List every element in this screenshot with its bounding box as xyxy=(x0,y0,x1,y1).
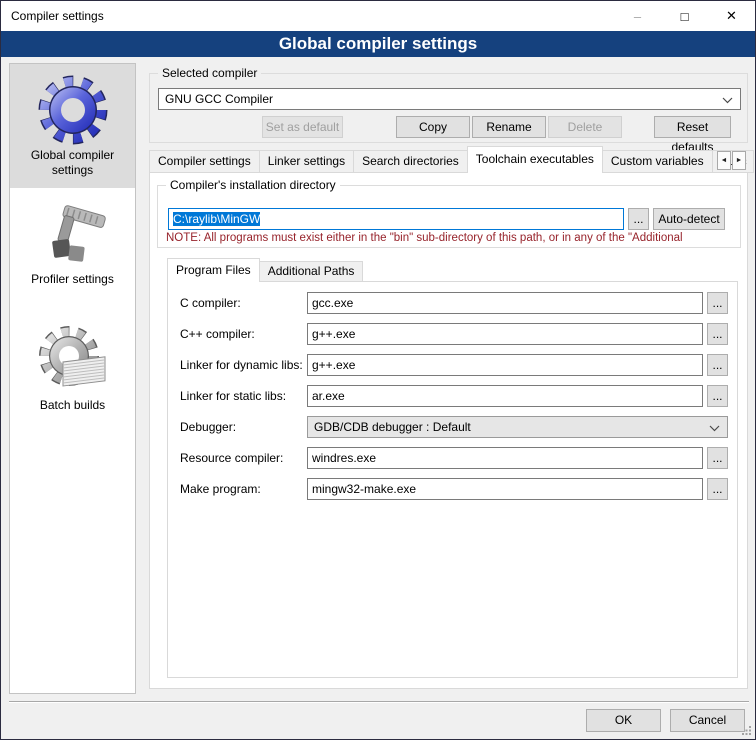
field-row-cpp-compiler: C++ compiler: g++.exe ... xyxy=(168,323,737,345)
sidebar-item-label: Batch builds xyxy=(10,398,135,413)
static-linker-input[interactable]: ar.exe xyxy=(307,385,703,407)
field-label: Linker for dynamic libs: xyxy=(180,358,303,372)
debugger-dropdown[interactable]: GDB/CDB debugger : Default xyxy=(307,416,728,438)
chevron-down-icon xyxy=(722,97,733,104)
field-label: Resource compiler: xyxy=(180,451,283,465)
field-label: C compiler: xyxy=(180,296,241,310)
sidebar-item-batch-builds[interactable]: Batch builds xyxy=(10,322,135,432)
dynamic-linker-input[interactable]: g++.exe xyxy=(307,354,703,376)
selected-compiler-group: Selected compiler GNU GCC Compiler Set a… xyxy=(149,73,748,143)
sidebar-item-label: Global compiler settings xyxy=(10,148,135,178)
field-row-static-linker: Linker for static libs: ar.exe ... xyxy=(168,385,737,407)
close-button[interactable]: ✕ xyxy=(708,1,755,31)
delete-button[interactable]: Delete xyxy=(548,116,622,138)
main-tab-strip: Compiler settings Linker settings Search… xyxy=(149,146,753,173)
subtab-additional-paths[interactable]: Additional Paths xyxy=(259,261,364,282)
tab-compiler-settings[interactable]: Compiler settings xyxy=(149,150,260,173)
reset-defaults-button[interactable]: Reset defaults xyxy=(654,116,731,138)
blue-gear-icon xyxy=(35,72,111,148)
sidebar-item-label: Profiler settings xyxy=(10,272,135,287)
field-row-dynamic-linker: Linker for dynamic libs: g++.exe ... xyxy=(168,354,737,376)
sub-tab-strip: Program Files Additional Paths xyxy=(167,258,362,282)
field-row-resource-compiler: Resource compiler: windres.exe ... xyxy=(168,447,737,469)
install-dir-input[interactable]: C:\raylib\MinGW xyxy=(168,208,624,230)
copy-button[interactable]: Copy xyxy=(396,116,470,138)
field-label: Debugger: xyxy=(180,420,236,434)
field-label: Linker for static libs: xyxy=(180,389,286,403)
selected-compiler-dropdown[interactable]: GNU GCC Compiler xyxy=(158,88,741,110)
install-dir-browse-button[interactable]: ... xyxy=(628,208,649,230)
ok-button[interactable]: OK xyxy=(586,709,661,732)
tab-scroll-left-button[interactable]: ◄ xyxy=(717,151,731,170)
maximize-button[interactable]: □ xyxy=(661,1,708,31)
cpp-compiler-input[interactable]: g++.exe xyxy=(307,323,703,345)
field-row-c-compiler: C compiler: gcc.exe ... xyxy=(168,292,737,314)
compiler-settings-dialog: Compiler settings – □ ✕ Global compiler … xyxy=(0,0,756,740)
minimize-button[interactable]: – xyxy=(614,1,661,31)
footer-divider xyxy=(9,701,749,703)
tab-scroll-right-button[interactable]: ► xyxy=(732,151,746,170)
make-program-input[interactable]: mingw32-make.exe xyxy=(307,478,703,500)
rename-button[interactable]: Rename xyxy=(472,116,546,138)
program-files-panel: C compiler: gcc.exe ... C++ compiler: g+… xyxy=(167,281,738,678)
autodetect-button[interactable]: Auto-detect xyxy=(653,208,725,230)
make-program-browse-button[interactable]: ... xyxy=(707,478,728,500)
set-as-default-button[interactable]: Set as default xyxy=(262,116,343,138)
resize-grip[interactable] xyxy=(742,726,752,736)
selected-compiler-value: GNU GCC Compiler xyxy=(165,92,273,106)
chevron-down-icon xyxy=(709,425,720,432)
tab-search-directories[interactable]: Search directories xyxy=(353,150,468,173)
tab-toolchain-executables[interactable]: Toolchain executables xyxy=(467,146,603,173)
cancel-button[interactable]: Cancel xyxy=(670,709,745,732)
window-title: Compiler settings xyxy=(11,9,104,23)
field-row-debugger: Debugger: GDB/CDB debugger : Default xyxy=(168,416,737,438)
tab-custom-variables[interactable]: Custom variables xyxy=(602,150,713,173)
resource-compiler-input[interactable]: windres.exe xyxy=(307,447,703,469)
gray-gear-stack-icon xyxy=(35,322,111,398)
selected-compiler-group-label: Selected compiler xyxy=(158,66,261,80)
selected-path-text: C:\raylib\MinGW xyxy=(173,212,260,226)
dialog-header: Global compiler settings xyxy=(1,31,755,57)
caliper-icon xyxy=(37,200,109,272)
c-compiler-input[interactable]: gcc.exe xyxy=(307,292,703,314)
field-label: C++ compiler: xyxy=(180,327,255,341)
window-titlebar: Compiler settings – □ ✕ xyxy=(1,1,755,31)
subtab-program-files[interactable]: Program Files xyxy=(167,258,260,282)
dynamic-linker-browse-button[interactable]: ... xyxy=(707,354,728,376)
cpp-compiler-browse-button[interactable]: ... xyxy=(707,323,728,345)
resource-compiler-browse-button[interactable]: ... xyxy=(707,447,728,469)
c-compiler-browse-button[interactable]: ... xyxy=(707,292,728,314)
tab-linker-settings[interactable]: Linker settings xyxy=(259,150,354,173)
install-dir-group-label: Compiler's installation directory xyxy=(166,178,340,192)
field-label: Make program: xyxy=(180,482,261,496)
sidebar-item-global-compiler-settings[interactable]: Global compiler settings xyxy=(10,64,135,188)
sidebar: Global compiler settings Profiler settin… xyxy=(9,63,136,694)
field-row-make-program: Make program: mingw32-make.exe ... xyxy=(168,478,737,500)
static-linker-browse-button[interactable]: ... xyxy=(707,385,728,407)
sidebar-item-profiler-settings[interactable]: Profiler settings xyxy=(10,200,135,300)
debugger-value: GDB/CDB debugger : Default xyxy=(314,420,471,434)
note-text: NOTE: All programs must exist either in … xyxy=(166,232,741,244)
